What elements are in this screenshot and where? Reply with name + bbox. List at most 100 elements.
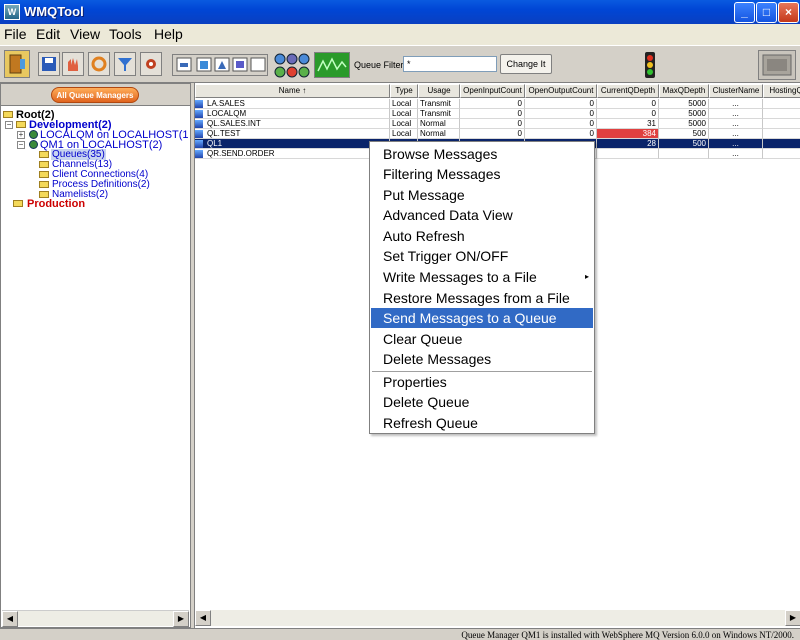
queue-icon xyxy=(195,110,203,118)
cell-depth: 31 xyxy=(597,119,659,129)
cell-max: 5000 xyxy=(659,109,709,119)
all-queue-managers-button[interactable]: All Queue Managers xyxy=(51,87,139,103)
menu-item-properties[interactable]: Properties xyxy=(371,372,593,392)
cell-cluster: ... xyxy=(709,129,763,139)
column-hosting-q[interactable]: HostingQ xyxy=(763,84,800,98)
cell-cluster: ... xyxy=(709,119,763,129)
tree-node-production-label: Production xyxy=(27,198,86,210)
menu-item-send-messages-to-queue[interactable]: Send Messages to a Queue xyxy=(371,308,593,328)
title-bar: W WMQTool _ □ × xyxy=(0,0,800,24)
expand-icon[interactable]: + xyxy=(17,131,25,139)
queue-name: QL.SALES.INT xyxy=(207,119,261,128)
queue-name: QR.SEND.ORDER xyxy=(207,149,275,158)
cell-in: 0 xyxy=(460,129,525,139)
traffic-light-icon xyxy=(640,50,660,80)
status-lights-icon[interactable] xyxy=(273,52,311,80)
menu-item-delete-queue[interactable]: Delete Queue xyxy=(371,392,593,412)
monitor-icon[interactable] xyxy=(758,50,796,80)
tree-node-production[interactable]: Production xyxy=(13,198,183,210)
collapse-icon[interactable]: − xyxy=(5,121,13,129)
queue-manager-tree-panel: All Queue Managers Root(2) − Development… xyxy=(0,83,191,628)
minimize-button[interactable]: _ xyxy=(734,2,755,23)
column-type[interactable]: Type xyxy=(390,84,418,98)
cell-max: 500 xyxy=(659,129,709,139)
queue-icon xyxy=(195,120,203,128)
menu-item-filtering-messages[interactable]: Filtering Messages xyxy=(371,164,593,184)
cell-max xyxy=(659,149,709,159)
scroll-right-icon[interactable]: ▶ xyxy=(173,611,189,627)
cell-out: 0 xyxy=(525,99,597,109)
cell-cluster: ... xyxy=(709,149,763,159)
column-open-input-count[interactable]: OpenInputCount xyxy=(460,84,525,98)
menu-item-auto-refresh[interactable]: Auto Refresh xyxy=(371,226,593,246)
queue-name: LA.SALES xyxy=(207,99,245,108)
cell-depth: 0 xyxy=(597,109,659,119)
cell-usage: Transmit xyxy=(418,99,460,109)
menu-file[interactable]: File xyxy=(4,26,27,42)
maximize-button[interactable]: □ xyxy=(756,2,777,23)
view-toolbar-group xyxy=(172,54,268,76)
app-icon: W xyxy=(4,4,20,20)
menu-help[interactable]: Help xyxy=(154,26,183,42)
tree-horizontal-scrollbar[interactable]: ◀ ▶ xyxy=(2,610,189,627)
status-bar: Queue Manager QM1 is installed with WebS… xyxy=(0,628,800,640)
menu-edit[interactable]: Edit xyxy=(36,26,60,42)
cell-hosting xyxy=(763,99,800,109)
queue-name: QL.TEST xyxy=(207,129,241,138)
queue-filter-label: Queue Filter: xyxy=(354,60,407,70)
menu-view[interactable]: View xyxy=(70,26,100,42)
menu-item-restore-messages-from-file[interactable]: Restore Messages from a File xyxy=(371,288,593,308)
menu-item-delete-messages[interactable]: Delete Messages xyxy=(371,349,593,369)
queue-icon xyxy=(195,130,203,138)
collapse-icon[interactable]: − xyxy=(17,141,25,149)
cell-usage: Transmit xyxy=(418,109,460,119)
table-horizontal-scrollbar[interactable]: ◀ ▶ xyxy=(195,610,800,626)
graph-icon[interactable] xyxy=(314,52,350,78)
cell-type: Local xyxy=(390,129,418,139)
menu-tools[interactable]: Tools xyxy=(109,26,142,42)
cell-out: 0 xyxy=(525,119,597,129)
menu-item-browse-messages[interactable]: Browse Messages xyxy=(371,144,593,164)
cell-cluster: ... xyxy=(709,99,763,109)
scroll-left-icon[interactable]: ◀ xyxy=(195,610,211,626)
menu-item-put-message[interactable]: Put Message xyxy=(371,185,593,205)
cell-name: QL.TEST xyxy=(195,129,390,139)
refresh-icon[interactable] xyxy=(88,52,110,76)
menu-item-refresh-queue[interactable]: Refresh Queue xyxy=(371,413,593,433)
exit-icon[interactable] xyxy=(4,50,30,78)
settings-icon[interactable] xyxy=(140,52,162,76)
cell-hosting xyxy=(763,109,800,119)
menu-item-set-trigger[interactable]: Set Trigger ON/OFF xyxy=(371,246,593,266)
queue-manager-icon xyxy=(29,140,38,149)
hand-icon[interactable] xyxy=(62,52,84,76)
column-usage[interactable]: Usage xyxy=(418,84,460,98)
filter-icon[interactable] xyxy=(114,52,136,76)
cell-depth: 384 xyxy=(597,129,659,139)
queue-filter-input[interactable] xyxy=(403,56,497,72)
menu-item-clear-queue[interactable]: Clear Queue xyxy=(371,329,593,349)
change-it-button[interactable]: Change It xyxy=(500,54,552,74)
column-current-q-depth[interactable]: CurrentQDepth xyxy=(597,84,659,98)
cell-hosting xyxy=(763,119,800,129)
scroll-right-icon[interactable]: ▶ xyxy=(785,610,800,626)
cell-depth xyxy=(597,149,659,159)
column-cluster-name[interactable]: ClusterName xyxy=(709,84,763,98)
queue-icon xyxy=(195,140,203,148)
scroll-left-icon[interactable]: ◀ xyxy=(2,611,18,627)
cell-cluster: ... xyxy=(709,139,763,149)
cell-name: QL.SALES.INT xyxy=(195,119,390,129)
menu-item-advanced-data-view[interactable]: Advanced Data View xyxy=(371,205,593,225)
column-open-output-count[interactable]: OpenOutputCount xyxy=(525,84,597,98)
cell-usage: Normal xyxy=(418,119,460,129)
menu-item-write-messages-to-file[interactable]: Write Messages to a File ▸ xyxy=(371,267,593,287)
cell-name: LOCALQM xyxy=(195,109,390,119)
tree-header: All Queue Managers xyxy=(1,84,190,106)
column-max-q-depth[interactable]: MaxQDepth xyxy=(659,84,709,98)
close-button[interactable]: × xyxy=(778,2,799,23)
cell-usage: Normal xyxy=(418,129,460,139)
column-name[interactable]: Name ↑ xyxy=(195,84,390,98)
queue-manager-icon xyxy=(29,130,38,139)
save-icon[interactable] xyxy=(38,52,60,76)
cell-cluster: ... xyxy=(709,109,763,119)
status-text: Queue Manager QM1 is installed with WebS… xyxy=(461,630,794,640)
